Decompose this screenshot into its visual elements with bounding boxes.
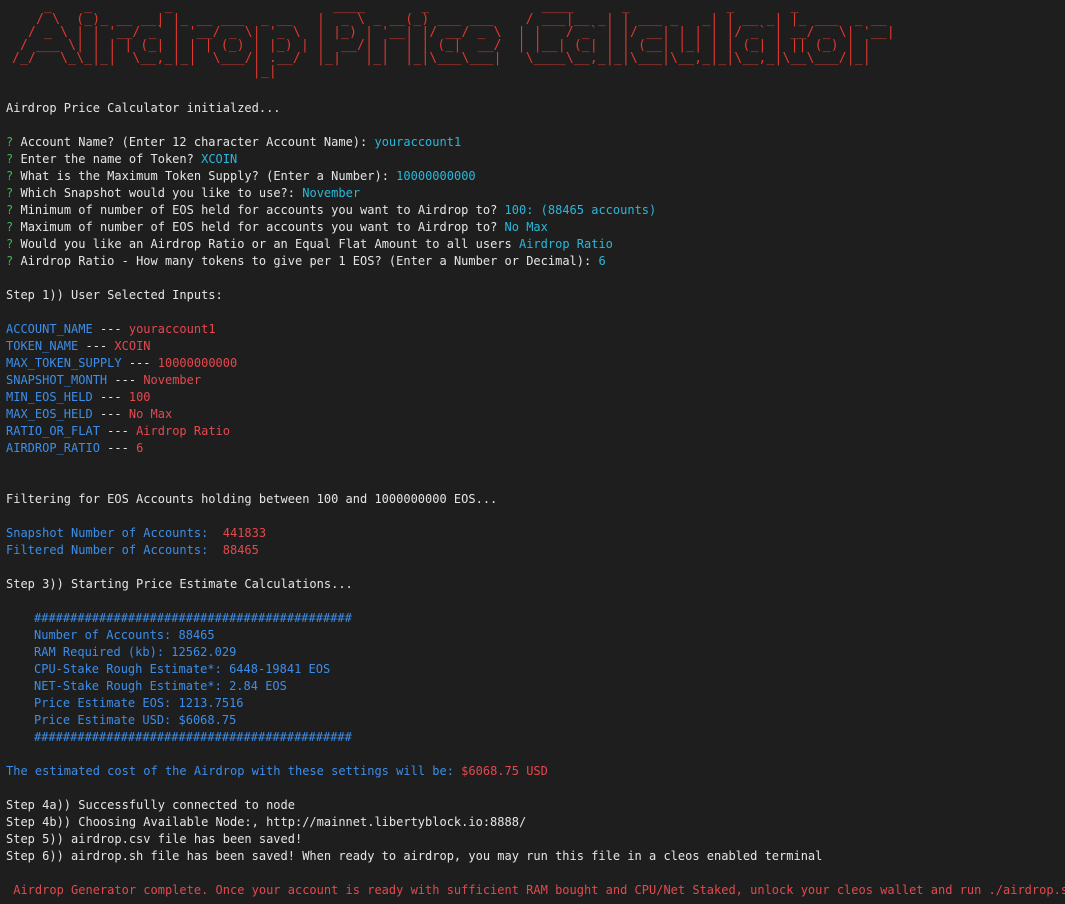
input-separator: --- (99, 322, 122, 336)
snapshot-accounts: Snapshot Number of Accounts: 441833 (6, 525, 1059, 542)
prompt-question: Enter the name of Token? (20, 152, 194, 166)
prompt-line: ? Account Name? (Enter 12 character Acco… (6, 134, 1059, 151)
prompt-question: Which Snapshot would you like to use?: (20, 186, 296, 200)
step3-title: Step 3)) Starting Price Estimate Calcula… (6, 577, 353, 591)
prompt-marker-icon: ? (6, 186, 14, 200)
input-key: SNAPSHOT_MONTH (6, 373, 108, 387)
estimate-line: NET-Stake Rough Estimate*: 2.84 EOS (34, 679, 287, 693)
estimated-cost-label: The estimated cost of the Airdrop with t… (6, 764, 454, 778)
step-line: Step 5)) airdrop.csv file has been saved… (6, 832, 303, 846)
estimated-cost: The estimated cost of the Airdrop with t… (6, 763, 1059, 780)
prompt-answer: XCOIN (201, 152, 238, 166)
input-value: 6 (136, 441, 144, 455)
estimate-line: Price Estimate EOS: 1213.7516 (34, 696, 244, 710)
prompt-marker-icon: ? (6, 220, 14, 234)
input-key: AIRDROP_RATIO (6, 441, 100, 455)
input-separator: --- (114, 373, 137, 387)
estimate-line: RAM Required (kb): 12562.029 (34, 645, 237, 659)
prompt-answer: youraccount1 (374, 135, 462, 149)
input-key: MAX_EOS_HELD (6, 407, 93, 421)
input-row: TOKEN_NAME --- XCOIN (6, 338, 1059, 355)
estimate-line: CPU-Stake Rough Estimate*: 6448-19841 EO… (34, 662, 331, 676)
prompt-question: Account Name? (Enter 12 character Accoun… (20, 135, 368, 149)
prompt-marker-icon: ? (6, 254, 14, 268)
prompt-answer: 10000000000 (396, 169, 476, 183)
estimate-border-top: ########################################… (34, 611, 352, 625)
prompt-question: Minimum of number of EOS held for accoun… (20, 203, 498, 217)
prompt-line: ? Which Snapshot would you like to use?:… (6, 185, 1059, 202)
input-row: MAX_TOKEN_SUPPLY --- 10000000000 (6, 355, 1059, 372)
prompt-line: ? Airdrop Ratio - How many tokens to giv… (6, 253, 1059, 270)
input-value: 100 (128, 390, 151, 404)
init-message: Airdrop Price Calculator initialzed... (6, 101, 281, 115)
terminal-output: Airdrop Price Calculator initialzed... ?… (6, 100, 1065, 899)
input-row: MAX_EOS_HELD --- No Max (6, 406, 1059, 423)
prompt-answer: No Max (504, 220, 548, 234)
estimated-cost-value: $6068.75 USD (461, 764, 548, 778)
snapshot-accounts-value: 441833 (222, 526, 267, 540)
prompt-marker-icon: ? (6, 237, 14, 251)
input-value: No Max (128, 407, 173, 421)
input-separator: --- (128, 356, 151, 370)
prompt-line: ? Would you like an Airdrop Ratio or an … (6, 236, 1059, 253)
prompt-answer: November (302, 186, 361, 200)
step-line: Step 6)) airdrop.sh file has been saved!… (6, 849, 823, 863)
prompt-marker-icon: ? (6, 169, 14, 183)
filtering-message: Filtering for EOS Accounts holding betwe… (6, 492, 498, 506)
input-separator: --- (99, 407, 122, 421)
prompt-line: ? Maximum of number of EOS held for acco… (6, 219, 1059, 236)
step-line: Step 4a)) Successfully connected to node (6, 798, 295, 812)
input-value: Airdrop Ratio (136, 424, 230, 438)
input-key: MIN_EOS_HELD (6, 390, 93, 404)
input-row: RATIO_OR_FLAT --- Airdrop Ratio (6, 423, 1059, 440)
input-row: AIRDROP_RATIO --- 6 (6, 440, 1059, 457)
filtered-accounts-label: Filtered Number of Accounts: (6, 543, 209, 557)
prompt-answer: 6 (598, 254, 606, 268)
input-key: RATIO_OR_FLAT (6, 424, 100, 438)
prompt-marker-icon: ? (6, 203, 14, 217)
input-separator: --- (107, 441, 129, 455)
estimate-line: Price Estimate USD: $6068.75 (34, 713, 237, 727)
prompt-marker-icon: ? (6, 152, 14, 166)
ascii-title-banner: _ _ _ ____ _ ____ _ _ _ / \ (_)_ __ __| … (12, 0, 895, 79)
prompt-line: ? Enter the name of Token? XCOIN (6, 151, 1059, 168)
input-row: ACCOUNT_NAME --- youraccount1 (6, 321, 1059, 338)
input-value: youraccount1 (128, 322, 216, 336)
input-value: 10000000000 (157, 356, 238, 370)
input-value: XCOIN (114, 339, 151, 353)
completion-message: Airdrop Generator complete. Once your ac… (6, 883, 1065, 897)
prompt-question: Would you like an Airdrop Ratio or an Eq… (20, 237, 512, 251)
input-separator: --- (99, 390, 122, 404)
input-row: MIN_EOS_HELD --- 100 (6, 389, 1059, 406)
prompt-answer: Airdrop Ratio (518, 237, 613, 251)
estimate-border-bottom: ########################################… (34, 730, 352, 744)
input-key: MAX_TOKEN_SUPPLY (6, 356, 122, 370)
filtered-accounts-value: 88465 (222, 543, 259, 557)
prompt-question: Airdrop Ratio - How many tokens to give … (20, 254, 592, 268)
input-key: ACCOUNT_NAME (6, 322, 93, 336)
step1-title: Step 1)) User Selected Inputs: (6, 288, 223, 302)
input-separator: --- (85, 339, 108, 353)
input-row: SNAPSHOT_MONTH --- November (6, 372, 1059, 389)
input-separator: --- (107, 424, 129, 438)
step-line: Step 4b)) Choosing Available Node:, http… (6, 815, 527, 829)
prompt-answer: 100: (88465 accounts) (504, 203, 657, 217)
prompt-marker-icon: ? (6, 135, 14, 149)
prompt-line: ? Minimum of number of EOS held for acco… (6, 202, 1059, 219)
filtered-accounts: Filtered Number of Accounts: 88465 (6, 542, 1059, 559)
input-value: November (143, 373, 202, 387)
prompt-line: ? What is the Maximum Token Supply? (Ent… (6, 168, 1059, 185)
prompt-question: What is the Maximum Token Supply? (Enter… (20, 169, 389, 183)
input-key: TOKEN_NAME (6, 339, 79, 353)
prompt-question: Maximum of number of EOS held for accoun… (20, 220, 498, 234)
snapshot-accounts-label: Snapshot Number of Accounts: (6, 526, 209, 540)
estimate-line: Number of Accounts: 88465 (34, 628, 215, 642)
